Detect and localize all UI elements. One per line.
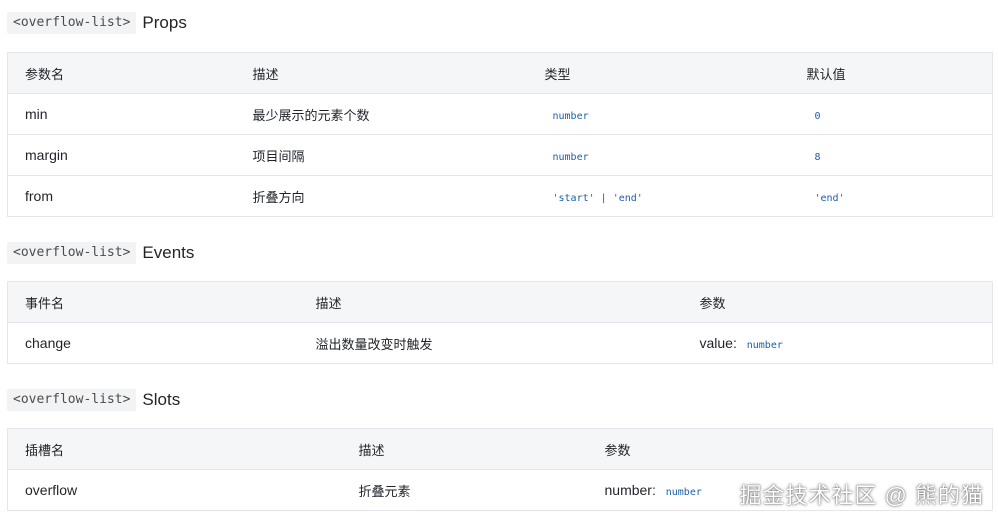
slot-name: overflow (7, 469, 342, 511)
slot-param-label: number: (604, 482, 656, 498)
slots-component-tag: <overflow-list> (7, 389, 137, 411)
column-header-type: 类型 (527, 52, 790, 94)
prop-default: 'end' (814, 193, 845, 204)
events-component-tag: <overflow-list> (7, 242, 137, 264)
prop-desc: 项目间隔 (235, 134, 528, 176)
watermark-text: 掘金技术社区 @ 熊的猫 (739, 483, 984, 508)
table-row: min 最少展示的元素个数 number 0 (7, 93, 993, 135)
column-header-params: 参数 (587, 428, 993, 470)
prop-type: number (552, 111, 589, 122)
column-header-event-name: 事件名 (7, 281, 299, 323)
column-header-params: 参数 (682, 281, 993, 323)
prop-type: number (552, 152, 589, 163)
table-header-row: 事件名 描述 参数 (7, 281, 993, 323)
table-header-row: 插槽名 描述 参数 (7, 428, 993, 470)
props-heading: <overflow-list> Props (7, 10, 992, 36)
column-header-desc: 描述 (235, 52, 528, 94)
prop-desc: 最少展示的元素个数 (235, 93, 528, 135)
prop-default: 8 (814, 152, 821, 163)
table-row: from 折叠方向 'start' | 'end' 'end' (7, 175, 993, 217)
column-header-desc: 描述 (341, 428, 588, 470)
column-header-slot-name: 插槽名 (7, 428, 342, 470)
table-row: change 溢出数量改变时触发 value: number (7, 322, 993, 364)
event-desc: 溢出数量改变时触发 (298, 322, 683, 364)
column-header-desc: 描述 (298, 281, 683, 323)
slots-section: <overflow-list> Slots 插槽名 描述 参数 overflow… (7, 387, 993, 511)
prop-name: min (7, 93, 236, 135)
events-heading: <overflow-list> Events (7, 240, 992, 266)
prop-name: margin (7, 134, 236, 176)
event-param-label: value: (699, 335, 737, 351)
props-section: <overflow-list> Props 参数名 描述 类型 默认值 min … (7, 10, 993, 217)
props-table: 参数名 描述 类型 默认值 min 最少展示的元素个数 number 0 mar… (7, 52, 993, 217)
prop-desc: 折叠方向 (235, 175, 528, 217)
slot-desc: 折叠元素 (341, 469, 588, 511)
props-title: Props (142, 13, 187, 32)
event-param-type: number (746, 340, 783, 351)
event-name: change (7, 322, 299, 364)
events-title: Events (142, 243, 195, 262)
column-header-name: 参数名 (7, 52, 236, 94)
prop-default: 0 (814, 111, 821, 122)
events-section: <overflow-list> Events 事件名 描述 参数 change … (7, 240, 993, 364)
table-row: margin 项目间隔 number 8 (7, 134, 993, 176)
props-component-tag: <overflow-list> (7, 12, 137, 34)
events-table: 事件名 描述 参数 change 溢出数量改变时触发 value: number (7, 281, 993, 364)
column-header-default: 默认值 (789, 52, 993, 94)
slots-title: Slots (142, 390, 181, 409)
prop-type: 'start' | 'end' (552, 193, 643, 204)
slots-heading: <overflow-list> Slots (7, 387, 992, 413)
table-header-row: 参数名 描述 类型 默认值 (7, 52, 993, 94)
event-params: value: number (682, 322, 993, 364)
prop-name: from (7, 175, 236, 217)
slot-param-type: number (665, 487, 702, 498)
